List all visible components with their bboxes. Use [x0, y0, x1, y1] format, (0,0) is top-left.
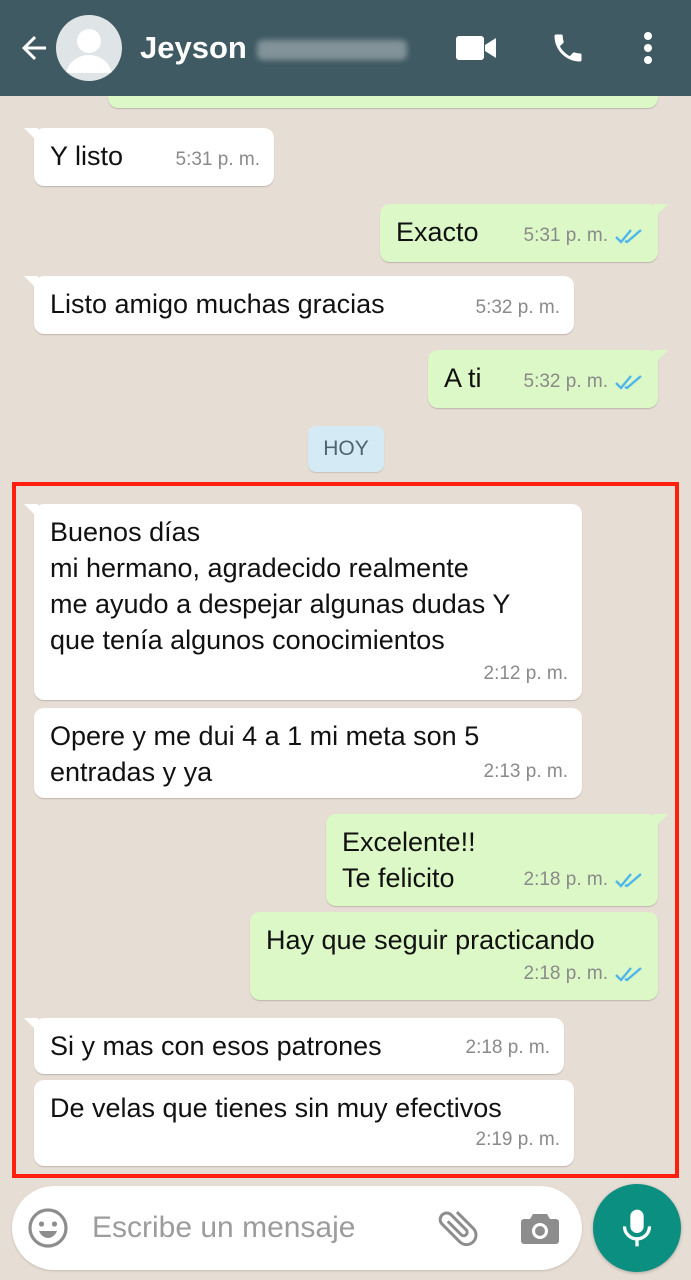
emoji-icon[interactable] — [26, 1206, 70, 1250]
message-line: me ayudo a despejar algunas dudas Y — [50, 589, 511, 619]
phone-icon[interactable] — [544, 24, 592, 72]
message-list[interactable]: Y listo 5:31 p. m. Exacto 5:31 p. m. Lis… — [0, 96, 691, 1180]
chat-header: Jeyson — [0, 0, 691, 96]
message-time: 2:12 p. m. — [483, 663, 569, 684]
message-bubble-outgoing[interactable]: A ti 5:32 p. m. — [428, 350, 668, 408]
message-bubble-partial[interactable] — [108, 96, 658, 108]
message-time: 2:18 p. m. — [523, 869, 609, 890]
message-line: que tenía algunos conocimientos — [50, 625, 445, 655]
message-time: 5:32 p. m. — [523, 371, 609, 392]
message-bubble-outgoing[interactable]: Exacto 5:31 p. m. — [380, 204, 668, 262]
double-check-icon — [615, 967, 642, 982]
composer-bar — [12, 1186, 582, 1270]
day-separator: HOY — [308, 426, 384, 472]
message-line: De velas que tienes sin muy efectivos — [50, 1093, 502, 1123]
message-bubble-incoming[interactable]: Opere y me dui 4 a 1 mi meta son 5 entra… — [34, 708, 582, 798]
message-time: 5:31 p. m. — [175, 149, 261, 170]
contact-name-text: Jeyson — [140, 30, 247, 65]
day-separator-label: HOY — [323, 437, 369, 460]
message-input[interactable] — [92, 1204, 422, 1252]
message-text: Listo amigo muchas gracias — [50, 289, 385, 319]
double-check-icon — [615, 375, 642, 390]
message-line: Buenos días — [50, 517, 201, 547]
message-time: 2:18 p. m. — [465, 1037, 551, 1058]
message-text: Y listo — [50, 141, 124, 171]
more-vertical-icon[interactable] — [624, 24, 672, 72]
message-time: 2:19 p. m. — [475, 1129, 561, 1150]
message-line: Si y mas con esos patrones — [50, 1031, 382, 1061]
message-line: Excelente!! — [342, 827, 476, 857]
contact-name[interactable]: Jeyson — [140, 30, 407, 66]
message-time: 5:32 p. m. — [475, 297, 561, 318]
message-line: Opere y me dui 4 a 1 mi meta son 5 — [50, 721, 480, 751]
message-line: Te felicito — [342, 863, 455, 893]
message-line: mi hermano, agradecido realmente — [50, 553, 469, 583]
message-bubble-incoming[interactable]: Si y mas con esos patrones 2:18 p. m. — [24, 1018, 564, 1074]
message-text: A ti — [444, 363, 482, 393]
message-time: 2:18 p. m. — [523, 963, 609, 984]
message-line: entradas y ya — [50, 757, 213, 787]
message-bubble-incoming[interactable]: Listo amigo muchas gracias 5:32 p. m. — [24, 276, 574, 334]
paperclip-icon[interactable] — [434, 1204, 482, 1252]
message-bubble-incoming[interactable]: Buenos días mi hermano, agradecido realm… — [24, 504, 582, 700]
arrow-left-icon[interactable] — [12, 26, 56, 70]
message-bubble-incoming[interactable]: Y listo 5:31 p. m. — [24, 128, 274, 186]
camera-icon[interactable] — [518, 1206, 562, 1250]
microphone-button[interactable] — [593, 1184, 681, 1272]
video-camera-icon[interactable] — [452, 24, 500, 72]
message-text: Exacto — [396, 217, 479, 247]
microphone-icon — [622, 1209, 652, 1247]
redacted-surname — [256, 39, 407, 60]
message-line: Hay que seguir practicando — [266, 925, 595, 955]
message-bubble-outgoing[interactable]: Excelente!! Te felicito 2:18 p. m. — [326, 814, 668, 906]
avatar[interactable] — [56, 15, 122, 81]
message-bubble-outgoing[interactable]: Hay que seguir practicando 2:18 p. m. — [250, 912, 658, 1000]
default-avatar-icon — [66, 29, 112, 73]
message-time: 2:13 p. m. — [483, 761, 569, 782]
double-check-icon — [615, 873, 642, 888]
double-check-icon — [615, 229, 642, 244]
message-bubble-incoming[interactable]: De velas que tienes sin muy efectivos 2:… — [34, 1080, 574, 1166]
message-time: 5:31 p. m. — [523, 225, 609, 246]
